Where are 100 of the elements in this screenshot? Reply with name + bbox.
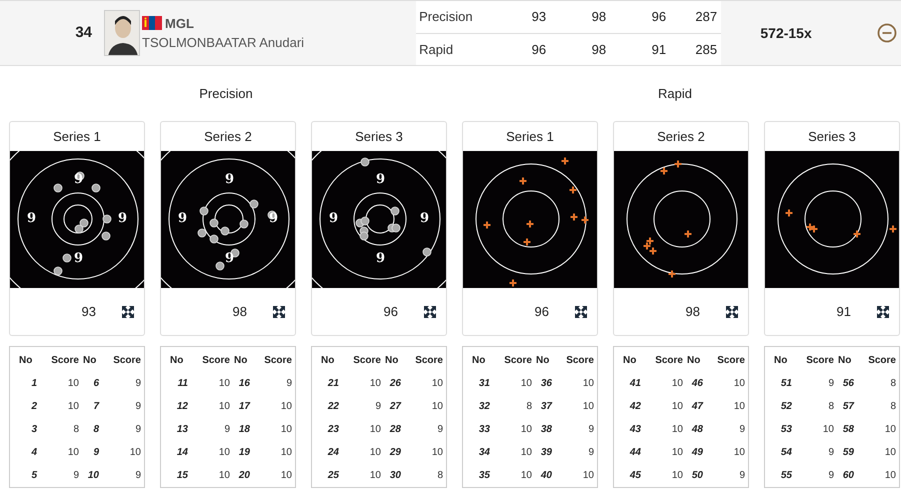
shot-number: 50 <box>690 469 704 483</box>
shot-score: 9 <box>223 423 230 437</box>
shot-score: 10 <box>368 423 381 437</box>
column-header: No <box>384 354 400 368</box>
shot-number: 58 <box>842 423 855 437</box>
shot-number: 19 <box>238 446 251 460</box>
shot-number: 3 <box>30 423 38 437</box>
shot-number: 1 <box>30 377 38 391</box>
shot-number: 33 <box>478 423 491 437</box>
expand-icon[interactable] <box>273 306 285 318</box>
shot-score: 9 <box>436 423 443 437</box>
shot-number: 55 <box>780 469 793 483</box>
shot-number: 12 <box>176 400 189 414</box>
shot-score: 9 <box>827 469 834 483</box>
shot-number: 59 <box>842 446 855 460</box>
column-header: Score <box>805 354 834 368</box>
shot-score: 8 <box>525 400 532 414</box>
shot-score: 10 <box>430 377 443 391</box>
shot-number: 32 <box>478 400 491 414</box>
shot-score: 10 <box>368 469 381 483</box>
shot-score: 10 <box>582 377 594 391</box>
column-header: No <box>535 354 550 368</box>
column-header: No <box>169 354 184 368</box>
shot-number: 5 <box>30 469 38 483</box>
shot-score: 9 <box>738 469 745 483</box>
shot-number: 23 <box>326 423 340 437</box>
expand-icon[interactable] <box>575 306 587 318</box>
shot-score: 8 <box>889 400 896 414</box>
shot-score: 8 <box>72 423 79 437</box>
shot-score: 10 <box>368 446 381 460</box>
shot-score: 10 <box>884 469 896 483</box>
column-header: No <box>471 354 486 368</box>
expand-icon[interactable] <box>726 306 738 318</box>
series-title: Series 3 <box>808 128 856 146</box>
shot-score: 10 <box>732 446 745 460</box>
ring-label: 9 <box>178 212 188 225</box>
column-header: Score <box>503 354 532 368</box>
expand-icon[interactable] <box>122 306 134 318</box>
expand-icon[interactable] <box>877 306 889 318</box>
column-header: Score <box>716 354 745 368</box>
shot-number: 21 <box>326 377 340 391</box>
shot-number: 14 <box>176 446 189 460</box>
stage-score: 91 <box>650 40 666 59</box>
shot-number: 47 <box>690 400 704 414</box>
ring-label: 9 <box>376 173 386 186</box>
ring-label: 9 <box>118 212 128 225</box>
shot-score: 9 <box>72 469 79 483</box>
shot-score: 10 <box>66 377 79 391</box>
shot-number: 34 <box>478 446 491 460</box>
shot-score: 9 <box>738 423 745 437</box>
shot-score: 10 <box>430 400 443 414</box>
shot-number: 43 <box>628 423 642 437</box>
column-header: No <box>773 354 788 368</box>
shot-score: 10 <box>520 469 532 483</box>
column-header: No <box>18 354 34 368</box>
shot-number: 15 <box>176 469 189 483</box>
shot-number: 18 <box>238 423 251 437</box>
series-score: 98 <box>232 302 247 321</box>
shot-number: 16 <box>238 377 251 391</box>
shot-number: 2 <box>30 400 38 414</box>
shot-score: 9 <box>134 423 141 437</box>
shot-score: 10 <box>66 446 79 460</box>
shot-number: 26 <box>388 377 402 391</box>
flag-icon <box>142 16 162 30</box>
country-code: MGL <box>165 14 194 32</box>
column-header: No <box>82 354 98 368</box>
shot-number: 13 <box>176 423 189 437</box>
stage-score: 96 <box>650 8 666 26</box>
series-title: Series 1 <box>53 128 101 146</box>
column-header: No <box>233 354 248 368</box>
shot-score: 9 <box>134 377 141 391</box>
collapse-button[interactable] <box>877 23 897 43</box>
shot-score: 10 <box>732 400 745 414</box>
column-header: No <box>622 354 638 368</box>
shot-score: 10 <box>582 469 594 483</box>
shot-score: 9 <box>827 377 834 391</box>
column-header: Score <box>201 354 230 368</box>
shot-score: 9 <box>587 446 594 460</box>
shot-score: 10 <box>732 377 745 391</box>
shot-number: 38 <box>540 423 553 437</box>
shot-number: 57 <box>842 400 856 414</box>
shot-score: 10 <box>128 446 141 460</box>
series-score: 96 <box>534 302 549 321</box>
expand-icon[interactable] <box>424 306 436 318</box>
shot-score: 10 <box>280 446 292 460</box>
shot-number: 53 <box>780 423 793 437</box>
column-header: Score <box>50 354 79 368</box>
total-score: 572-15x <box>759 24 813 42</box>
shot-number: 40 <box>540 469 553 483</box>
shot-number: 45 <box>628 469 642 483</box>
column-header: Score <box>414 354 443 368</box>
shot-score: 10 <box>520 446 532 460</box>
stage-label: Precision <box>418 8 474 26</box>
series-score: 93 <box>82 302 96 321</box>
shot-number: 8 <box>92 423 100 437</box>
column-header: No <box>837 354 852 368</box>
ring-label: 9 <box>225 173 234 186</box>
shot-number: 41 <box>628 377 642 391</box>
column-header: No <box>686 354 702 368</box>
shot-number: 51 <box>780 377 793 391</box>
